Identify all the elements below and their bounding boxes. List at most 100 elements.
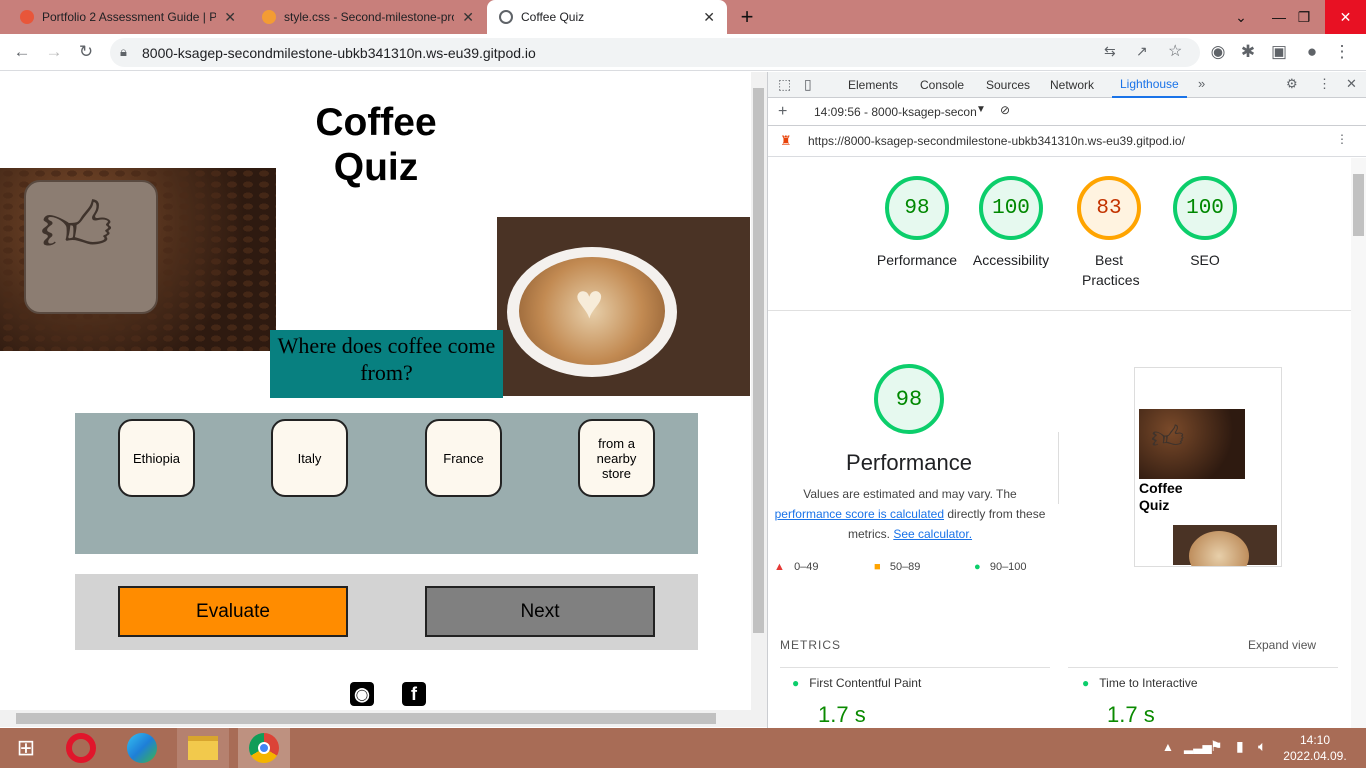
answer-button-italy[interactable]: Italy [271, 419, 348, 497]
inspect-element-icon[interactable]: ⬚ [778, 76, 791, 93]
lock-icon: 🔒︎ [120, 44, 127, 59]
latte-art-image: ♥ [497, 217, 750, 396]
score-label: Accessibility [972, 252, 1050, 268]
report-menu-icon[interactable]: ⋮ [1336, 132, 1348, 146]
evaluate-button[interactable]: Evaluate [118, 586, 348, 637]
menu-kebab-icon[interactable]: ⋮ [1328, 38, 1356, 66]
metric-name: Time to Interactive [1099, 676, 1198, 690]
tab-title: Portfolio 2 Assessment Guide | Po [42, 10, 217, 24]
back-arrow-icon[interactable]: ← [8, 38, 36, 66]
lighthouse-toolbar: + 14:09:56 - 8000-ksagep-secon ▼ ⊘ [768, 98, 1366, 126]
green-circle-icon: ● [974, 561, 981, 573]
devtools-tab-console[interactable]: Console [920, 72, 964, 98]
clock-date: 2022.04.09. [1283, 749, 1347, 763]
devtools-menu-icon[interactable]: ⋮ [1318, 76, 1331, 92]
metric-tti: ● Time to Interactive [1082, 676, 1198, 690]
answer-button-ethiopia[interactable]: Ethiopia [118, 419, 195, 497]
page-vertical-scroll-thumb[interactable] [753, 88, 764, 633]
score-performance[interactable]: 98 Performance [872, 176, 962, 270]
volume-icon[interactable]: 🔈︎ [1258, 738, 1266, 755]
legend-average: ■ 50–89 [874, 561, 921, 573]
next-button[interactable]: Next [425, 586, 655, 637]
answer-button-nearby-store[interactable]: from a nearby store [578, 419, 655, 497]
devtools-panel: ⬚ ▯ Elements Console Sources Network Lig… [767, 72, 1366, 728]
settings-gear-icon[interactable]: ⚙ [1286, 76, 1298, 92]
tab-search-chevron-icon[interactable]: ⌄ [1224, 0, 1258, 34]
windows-start-icon[interactable]: ⊞ [0, 728, 52, 768]
translate-icon[interactable]: ⇆ [1104, 43, 1116, 60]
performance-description: Values are estimated and may vary. The p… [772, 484, 1048, 544]
latte-heart-icon: ♥ [575, 276, 604, 329]
new-report-plus-icon[interactable]: + [778, 103, 787, 121]
divider [1058, 432, 1059, 504]
side-panel-icon[interactable]: ▣ [1265, 38, 1293, 66]
new-tab-icon[interactable]: + [730, 0, 764, 34]
clock-time: 14:10 [1299, 733, 1331, 747]
close-tab-icon[interactable]: ✕ [703, 9, 715, 26]
bookmark-star-icon[interactable]: ☆ [1168, 41, 1182, 61]
expand-view-toggle[interactable]: Expand view [1248, 638, 1316, 652]
devtools-tab-network[interactable]: Network [1050, 72, 1094, 98]
battery-icon[interactable]: ▮ [1236, 738, 1244, 755]
page-horizontal-scroll-thumb[interactable] [16, 713, 716, 724]
performance-score-link[interactable]: performance score is calculated [775, 507, 944, 521]
show-hidden-icons-icon[interactable]: ▲ [1162, 740, 1174, 754]
answer-button-france[interactable]: France [425, 419, 502, 497]
divider [1068, 667, 1338, 668]
tab-coffee-quiz[interactable]: Coffee Quiz ✕ [487, 0, 727, 34]
chrome-icon[interactable] [238, 728, 290, 768]
file-explorer-icon[interactable] [177, 728, 229, 768]
report-select-caret-icon[interactable]: ▼ [976, 104, 986, 115]
address-bar[interactable]: 🔒︎ 8000-ksagep-secondmilestone-ubkb34131… [110, 38, 1200, 67]
score-gauge: 100 [1173, 176, 1237, 240]
devtools-tab-sources[interactable]: Sources [986, 72, 1030, 98]
extensions-puzzle-icon[interactable]: ✱ [1234, 38, 1262, 66]
report-select[interactable]: 14:09:56 - 8000-ksagep-secon [814, 105, 977, 119]
tab-portfolio-guide[interactable]: Portfolio 2 Assessment Guide | Po ✕ [8, 0, 248, 34]
reload-icon[interactable]: ↻ [72, 38, 100, 66]
flag-icon[interactable]: ⚑ [1210, 738, 1223, 755]
taskbar-clock[interactable]: 14:10 2022.04.09. [1280, 732, 1350, 764]
score-seo[interactable]: 100 SEO [1160, 176, 1250, 270]
lighthouse-icon: ♜ [780, 133, 792, 148]
report-url[interactable]: https://8000-ksagep-secondmilestone-ubkb… [808, 134, 1185, 148]
profile-avatar-icon[interactable]: ● [1298, 38, 1326, 66]
score-best-practices[interactable]: 83 Best Practices [1064, 176, 1154, 290]
devtools-scroll-thumb[interactable] [1353, 174, 1364, 236]
opera-icon[interactable] [55, 728, 107, 768]
close-window-icon[interactable]: ✕ [1325, 0, 1366, 34]
devtools-tab-lighthouse[interactable]: Lighthouse [1112, 72, 1187, 98]
clear-reports-icon[interactable]: ⊘ [1000, 103, 1010, 117]
github-icon[interactable]: ◉ [350, 682, 374, 706]
legend-fail: ▲ 0–49 [774, 561, 819, 573]
score-accessibility[interactable]: 100 Accessibility [966, 176, 1056, 270]
thumbnail-latte-image [1173, 525, 1277, 566]
devtools-close-icon[interactable]: ✕ [1346, 76, 1357, 92]
share-icon[interactable]: ↗ [1136, 43, 1148, 60]
lighthouse-url-bar: ♜ https://8000-ksagep-secondmilestone-ub… [768, 126, 1366, 157]
network-signal-icon[interactable]: ▂▃▅ [1184, 740, 1212, 754]
see-calculator-link[interactable]: See calculator. [893, 527, 972, 541]
edge-icon[interactable] [116, 728, 168, 768]
restore-icon[interactable]: ❐ [1287, 0, 1321, 34]
red-triangle-icon: ▲ [774, 561, 785, 573]
extension-media-icon[interactable]: ◉ [1204, 38, 1232, 66]
tab-style-css[interactable]: style.css - Second-milestone-proj ✕ [250, 0, 486, 34]
windows-taskbar: ⊞ ▲ ▂▃▅ ⚑ ▮ 🔈︎ 14:10 2022.04.09. [0, 728, 1366, 768]
close-tab-icon[interactable]: ✕ [224, 9, 236, 26]
thumbs-up-icon: 👍︎ [40, 188, 114, 266]
green-circle-icon: ● [1082, 676, 1090, 690]
facebook-icon[interactable]: f [402, 682, 426, 706]
devtools-scrollbar[interactable] [1351, 158, 1366, 728]
green-circle-icon: ● [792, 676, 800, 690]
tab-strip: Portfolio 2 Assessment Guide | Po ✕ styl… [0, 0, 1366, 34]
close-tab-icon[interactable]: ✕ [462, 9, 474, 26]
device-toolbar-icon[interactable]: ▯ [804, 76, 812, 93]
metric-value: 1.7 s [1107, 702, 1155, 727]
score-label: SEO [1190, 252, 1220, 268]
forward-arrow-icon[interactable]: → [40, 38, 68, 66]
more-tabs-chevron-icon[interactable]: » [1198, 76, 1205, 91]
tab-title: Coffee Quiz [521, 10, 585, 24]
devtools-tab-elements[interactable]: Elements [848, 72, 898, 98]
social-links: ◉ f [350, 682, 426, 706]
